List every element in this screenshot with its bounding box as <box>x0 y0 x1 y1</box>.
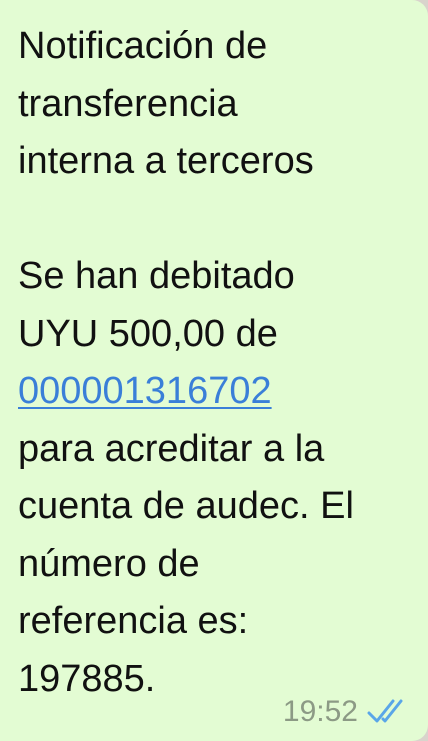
message-body-line-6: referencia es: <box>18 600 249 642</box>
message-body-line-4: cuenta de audec. El <box>18 485 354 527</box>
message-time: 19:52 <box>282 695 358 728</box>
message-body-line-2: UYU 500,00 de <box>18 312 278 355</box>
message-title-line-1: Notificación de <box>18 25 268 67</box>
message-body-line-5: número de <box>18 542 200 585</box>
message-body-line-7: 197885. <box>18 657 156 700</box>
double-check-read-icon <box>367 699 403 723</box>
account-number-link[interactable]: 000001316702 <box>18 370 272 412</box>
message-body-line-3: para acreditar a la <box>18 427 325 470</box>
message-title-line-2: transferencia <box>18 82 238 125</box>
message-body-line-1: Se han debitado <box>18 255 295 297</box>
message-meta: 19:52 <box>283 695 410 729</box>
message-title-line-3: interna a terceros <box>18 140 314 182</box>
message-bubble[interactable]: Notificación de transferencia interna a … <box>0 0 428 741</box>
message-text: Notificación de transferencia interna a … <box>18 18 418 708</box>
